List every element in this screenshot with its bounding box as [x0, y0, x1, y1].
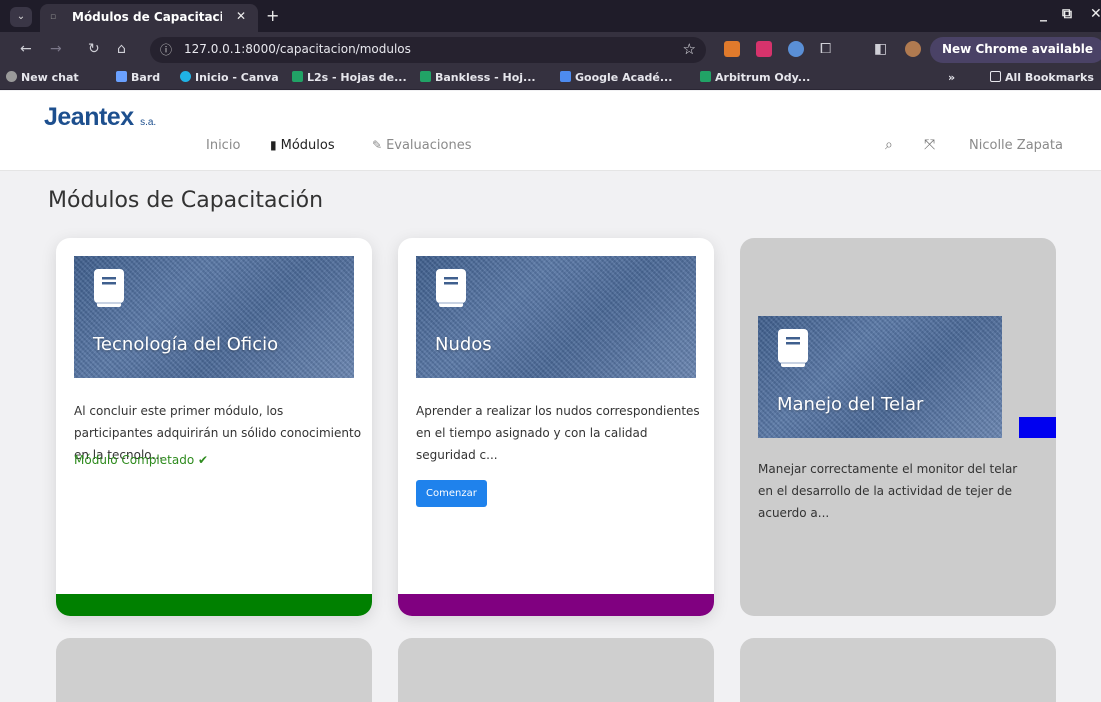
extension-arc-icon[interactable] [788, 41, 804, 57]
side-panel-icon[interactable]: ◧ [874, 41, 887, 57]
address-bar[interactable]: ⓘ 127.0.0.1:8000/capacitacion/modulos ☆ [150, 37, 706, 63]
module-status: Módulo Completado ✔ [74, 453, 209, 467]
module-card-locked: Manejo del Telar Manejar correctamente e… [740, 238, 1056, 616]
bookmark-favicon-icon [700, 71, 711, 82]
bookmark-item[interactable]: L2s - Hojas de... [292, 71, 407, 84]
tab-search-button[interactable]: ⌄ [10, 7, 32, 27]
book-icon [94, 269, 124, 307]
bookmark-item[interactable]: Arbitrum Ody... [700, 71, 810, 84]
bookmark-star-icon[interactable]: ☆ [683, 40, 696, 58]
nav-inicio[interactable]: Inicio [206, 138, 240, 153]
module-card-locked [740, 638, 1056, 702]
home-icon[interactable]: ⌂ [117, 41, 126, 57]
extension-fox-icon[interactable] [724, 41, 740, 57]
new-tab-icon[interactable]: + [266, 6, 279, 25]
tab-favicon-icon: ▫ [50, 12, 57, 22]
nav-modulos[interactable]: ▮ Módulos [270, 138, 335, 153]
module-title: Manejo del Telar [777, 394, 924, 415]
checkmark-icon: ✔ [198, 453, 209, 467]
bookmark-favicon-icon [6, 71, 17, 82]
module-progress-bar [398, 594, 714, 616]
back-icon[interactable]: ← [20, 41, 32, 57]
module-description: Manejar correctamente el monitor del tel… [758, 462, 1018, 520]
bookmark-item[interactable]: Google Acadé... [560, 71, 672, 84]
user-name[interactable]: Nicolle Zapata [969, 138, 1063, 153]
module-title: Nudos [435, 334, 492, 355]
extension-me-icon[interactable] [756, 41, 772, 57]
book-icon [778, 329, 808, 367]
restore-icon[interactable]: ⧉ [1062, 6, 1072, 22]
folder-icon [990, 71, 1001, 82]
profile-avatar[interactable] [905, 41, 921, 57]
blue-marker [1019, 417, 1056, 438]
module-banner: Nudos [416, 256, 696, 378]
bookmark-item[interactable]: Inicio - Canva [180, 71, 279, 84]
nav-evaluaciones[interactable]: ✎ Evaluaciones [372, 138, 471, 153]
browser-tab-bar: ⌄ ▫ Módulos de Capacitació ✕ + _ ⧉ ✕ [0, 0, 1101, 32]
bookmarks-bar: New chat Bard Inicio - Canva L2s - Hojas… [0, 68, 1101, 90]
fullscreen-icon[interactable]: ⤧ [924, 137, 935, 153]
module-description: Aprender a realizar los nudos correspond… [416, 404, 700, 462]
module-card[interactable]: Nudos Aprender a realizar los nudos corr… [398, 238, 714, 616]
page-title: Módulos de Capacitación [48, 188, 324, 213]
tab-title: Módulos de Capacitació [72, 10, 222, 24]
browser-tab[interactable]: ▫ Módulos de Capacitació ✕ [40, 4, 258, 32]
bookmark-favicon-icon [420, 71, 431, 82]
minimize-icon[interactable]: _ [1040, 6, 1047, 22]
bookmarks-overflow-button[interactable]: » [948, 71, 955, 84]
bookmark-item[interactable]: New chat [6, 71, 79, 84]
address-url: 127.0.0.1:8000/capacitacion/modulos [184, 42, 411, 56]
bookmark-favicon-icon [560, 71, 571, 82]
window-close-icon[interactable]: ✕ [1090, 6, 1101, 22]
extensions-puzzle-icon[interactable]: ⧠ [820, 41, 831, 57]
reload-icon[interactable]: ↻ [88, 41, 100, 57]
bookmark-favicon-icon [180, 71, 191, 82]
tab-close-icon[interactable]: ✕ [236, 9, 246, 23]
site-info-icon[interactable]: ⓘ [160, 41, 172, 58]
module-banner: Manejo del Telar [758, 316, 1002, 438]
browser-toolbar: ← → ↻ ⌂ ⓘ 127.0.0.1:8000/capacitacion/mo… [0, 32, 1101, 68]
module-banner: Tecnología del Oficio [74, 256, 354, 378]
new-chrome-available-button[interactable]: New Chrome available ⋮ [930, 37, 1101, 63]
module-card-locked [56, 638, 372, 702]
start-module-button[interactable]: Comenzar [416, 480, 487, 507]
all-bookmarks-button[interactable]: All Bookmarks [990, 71, 1094, 84]
new-chrome-label: New Chrome available [942, 42, 1093, 56]
pencil-icon: ✎ [372, 138, 383, 152]
book-icon [436, 269, 466, 307]
forward-icon[interactable]: → [50, 41, 62, 57]
bookmark-item[interactable]: Bankless - Hoj... [420, 71, 536, 84]
bookmark-item[interactable]: Bard [116, 71, 160, 84]
module-card[interactable]: Tecnología del Oficio Al concluir este p… [56, 238, 372, 616]
file-icon: ▮ [270, 138, 277, 152]
module-title: Tecnología del Oficio [93, 334, 279, 355]
module-card-locked [398, 638, 714, 702]
module-progress-bar [56, 594, 372, 616]
app-navbar: Jeantex s.a. Inicio ▮ Módulos ✎ Evaluacion… [0, 91, 1101, 171]
brand-logo[interactable]: Jeantex s.a. [44, 103, 156, 132]
bookmark-favicon-icon [116, 71, 127, 82]
search-icon[interactable]: ⌕ [885, 137, 893, 153]
bookmark-favicon-icon [292, 71, 303, 82]
